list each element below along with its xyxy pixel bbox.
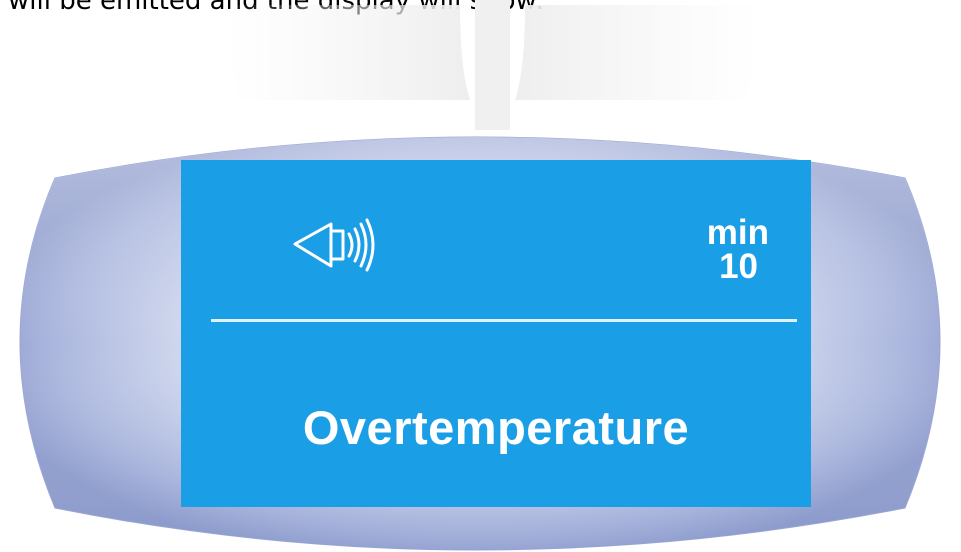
timer-unit: min [706,213,769,252]
speaker-sound-icon [293,218,375,272]
lcd-screen: min 10 Overtemperature [181,160,811,507]
timer-value: 10 [719,247,758,286]
page: will be emitted and the display will sho… [0,0,961,552]
alarm-message: Overtemperature [302,401,690,454]
divider [211,319,797,322]
